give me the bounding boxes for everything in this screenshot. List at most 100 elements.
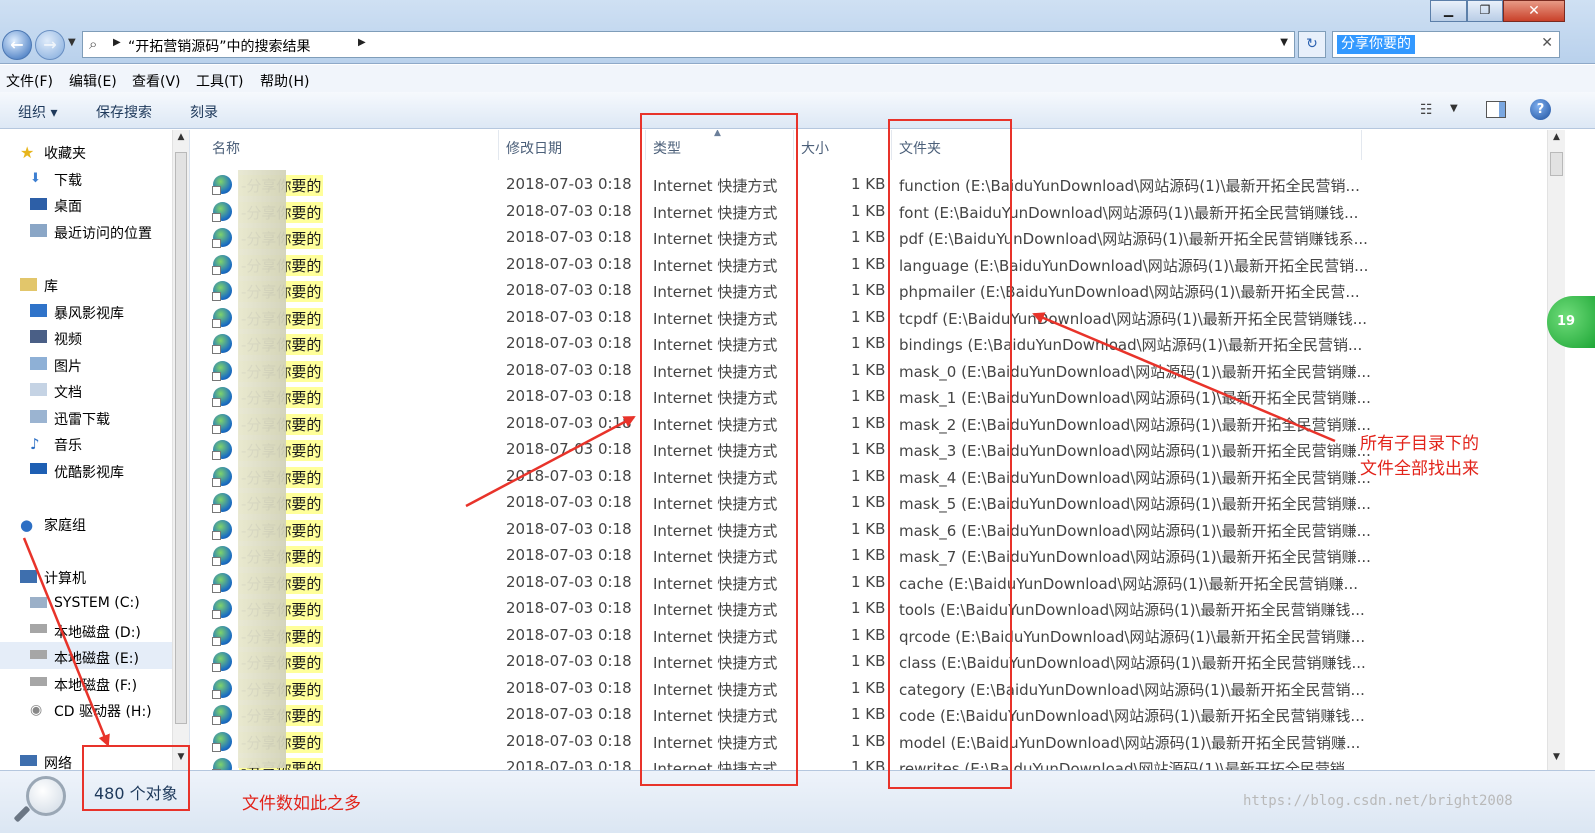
nav-item-baofeng[interactable]: 暴风影视库 [54,303,124,323]
menu-view[interactable]: 查看(V) [132,71,181,91]
scroll-thumb[interactable] [175,152,187,724]
table-row[interactable]: -分享你要的2018-07-03 0:18Internet 快捷方式1 KBfu… [191,172,1547,198]
table-row[interactable]: -分享你要的2018-07-03 0:18Internet 快捷方式1 KBtc… [191,305,1547,331]
nav-item-youku[interactable]: 优酷影视库 [54,462,124,482]
table-row[interactable]: -分享你要的2018-07-03 0:18Internet 快捷方式1 KBma… [191,517,1547,543]
table-row[interactable]: -分享你要的2018-07-03 0:18Internet 快捷方式1 KBma… [191,411,1547,437]
nav-item-xunlei[interactable]: 迅雷下载 [54,409,110,429]
internet-shortcut-icon [212,254,232,275]
burn-button[interactable]: 刻录 [190,102,218,122]
column-divider[interactable] [1361,130,1362,160]
cell-date: 2018-07-03 0:18 [506,307,632,326]
breadcrumb-arrow-icon[interactable]: ▶ [358,37,366,48]
table-row[interactable]: -分享你要的2018-07-03 0:18Internet 快捷方式1 KBca… [191,570,1547,596]
internet-shortcut-icon [212,360,232,381]
nav-computer[interactable]: 计算机 [44,568,86,588]
nav-item-drive-h[interactable]: CD 驱动器 (H:) [54,701,152,721]
table-row[interactable]: -分享你要的2018-07-03 0:18Internet 快捷方式1 KBpd… [191,225,1547,251]
minimize-button[interactable]: ▁ [1430,0,1467,22]
forward-button[interactable]: → [35,30,65,60]
drive-icon [30,677,47,686]
table-row[interactable]: -分享你要的2018-07-03 0:18Internet 快捷方式1 KBph… [191,278,1547,304]
nav-item-music[interactable]: 音乐 [54,435,82,455]
scroll-down-arrow-icon[interactable]: ▼ [1548,752,1565,762]
table-row[interactable]: -分享你要的2018-07-03 0:18Internet 快捷方式1 KBca… [191,676,1547,702]
nav-item-drive-d[interactable]: 本地磁盘 (D:) [54,622,141,642]
nav-item-recent[interactable]: 最近访问的位置 [54,223,152,243]
nav-item-videos[interactable]: 视频 [54,329,82,349]
clear-search-icon[interactable]: ✕ [1541,35,1553,51]
annotation-line: 文件全部找出来 [1360,459,1479,479]
table-row[interactable]: -分享你要的2018-07-03 0:18Internet 快捷方式1 KBco… [191,702,1547,728]
cell-date: 2018-07-03 0:18 [506,201,632,220]
redacted-name-region [238,170,286,768]
breadcrumb-arrow-icon[interactable]: ▶ [113,37,121,48]
column-header-date[interactable]: 修改日期 [506,138,562,158]
column-divider[interactable] [498,130,499,160]
menu-help[interactable]: 帮助(H) [260,71,309,91]
close-button[interactable]: ✕ [1503,0,1565,22]
nav-favorites[interactable]: 收藏夹 [44,143,86,163]
nav-item-desktop[interactable]: 桌面 [54,196,82,216]
table-row[interactable]: -分享你要的2018-07-03 0:18Internet 快捷方式1 KBma… [191,464,1547,490]
homegroup-icon: ● [20,516,34,534]
cell-size: 1 KB [851,334,886,352]
maximize-button[interactable]: ❐ [1467,0,1503,22]
nav-item-drive-e[interactable]: 本地磁盘 (E:) [54,648,139,668]
table-row[interactable]: -分享你要的2018-07-03 0:18Internet 快捷方式1 KBma… [191,490,1547,516]
table-row[interactable]: -分享你要的2018-07-03 0:18Internet 快捷方式1 KBqr… [191,623,1547,649]
download-folder-icon: ⬇ [30,171,41,186]
recent-pages-dropdown-icon[interactable]: ▼ [68,37,76,48]
list-scrollbar[interactable]: ▲ ▼ [1547,130,1565,770]
nav-scrollbar[interactable]: ▲ ▼ [172,130,189,770]
save-search-button[interactable]: 保存搜索 [96,102,152,122]
help-icon[interactable]: ? [1530,99,1551,120]
organize-button[interactable]: 组织 ▾ [18,102,57,122]
table-row[interactable]: -分享你要的2018-07-03 0:18Internet 快捷方式1 KBfo… [191,199,1547,225]
address-dropdown-icon[interactable]: ▼ [1280,37,1288,48]
file-list: 名称 修改日期 ▲ 类型 大小 文件夹 -分享你要的2018-07-03 0:1… [191,130,1547,770]
column-header-name[interactable]: 名称 [212,138,240,158]
table-row[interactable]: -分享你要的2018-07-03 0:18Internet 快捷方式1 KBma… [191,384,1547,410]
preview-pane-icon[interactable] [1486,101,1506,118]
table-row[interactable]: -分享你要的2018-07-03 0:18Internet 快捷方式1 KBmo… [191,729,1547,755]
nav-item-drive-c[interactable]: SYSTEM (C:) [54,595,140,611]
nav-item-drive-f[interactable]: 本地磁盘 (F:) [54,675,137,695]
column-header-size[interactable]: 大小 [801,138,829,158]
annotation-folder-note: 所有子目录下的 文件全部找出来 [1360,432,1479,482]
table-row[interactable]: -分享你要的2018-07-03 0:18Internet 快捷方式1 KBre… [191,755,1547,770]
table-row[interactable]: -分享你要的2018-07-03 0:18Internet 快捷方式1 KBma… [191,358,1547,384]
table-row[interactable]: -分享你要的2018-07-03 0:18Internet 快捷方式1 KBla… [191,252,1547,278]
scroll-up-arrow-icon[interactable]: ▲ [1548,132,1565,142]
change-view-icon[interactable]: ☷ [1420,102,1433,118]
recent-places-icon [30,224,47,237]
search-input[interactable]: 分享你要的 ✕ [1332,31,1560,58]
table-row[interactable]: -分享你要的2018-07-03 0:18Internet 快捷方式1 KBcl… [191,649,1547,675]
menu-tools[interactable]: 工具(T) [196,71,243,91]
table-row[interactable]: -分享你要的2018-07-03 0:18Internet 快捷方式1 KBto… [191,596,1547,622]
breadcrumb[interactable]: “开拓营销源码”中的搜索结果 [128,36,311,56]
nav-item-downloads[interactable]: 下载 [54,170,82,190]
cell-size: 1 KB [851,546,886,564]
table-row[interactable]: -分享你要的2018-07-03 0:18Internet 快捷方式1 KBma… [191,543,1547,569]
cell-size: 1 KB [851,493,886,511]
floating-speed-badge[interactable]: 19 [1547,296,1595,348]
address-field[interactable]: ⌕ ▶ “开拓营销源码”中的搜索结果 ▶ ▼ [82,31,1295,58]
scroll-up-arrow-icon[interactable]: ▲ [173,132,189,142]
scroll-thumb[interactable] [1550,152,1563,176]
refresh-button[interactable]: ↻ [1298,31,1326,58]
cell-date: 2018-07-03 0:18 [506,572,632,591]
view-options-dropdown-icon[interactable]: ▼ [1450,103,1458,114]
nav-item-documents[interactable]: 文档 [54,382,82,402]
nav-homegroup[interactable]: 家庭组 [44,515,86,535]
search-query[interactable]: 分享你要的 [1337,35,1415,54]
menu-file[interactable]: 文件(F) [6,71,53,91]
annotation-box-count [82,745,190,811]
nav-item-pictures[interactable]: 图片 [54,356,82,376]
nav-libraries[interactable]: 库 [44,276,58,296]
menu-edit[interactable]: 编辑(E) [69,71,117,91]
cell-size: 1 KB [851,678,886,697]
table-row[interactable]: -分享你要的2018-07-03 0:18Internet 快捷方式1 KBma… [191,437,1547,463]
back-button[interactable]: ← [2,30,32,60]
table-row[interactable]: -分享你要的2018-07-03 0:18Internet 快捷方式1 KBbi… [191,331,1547,357]
